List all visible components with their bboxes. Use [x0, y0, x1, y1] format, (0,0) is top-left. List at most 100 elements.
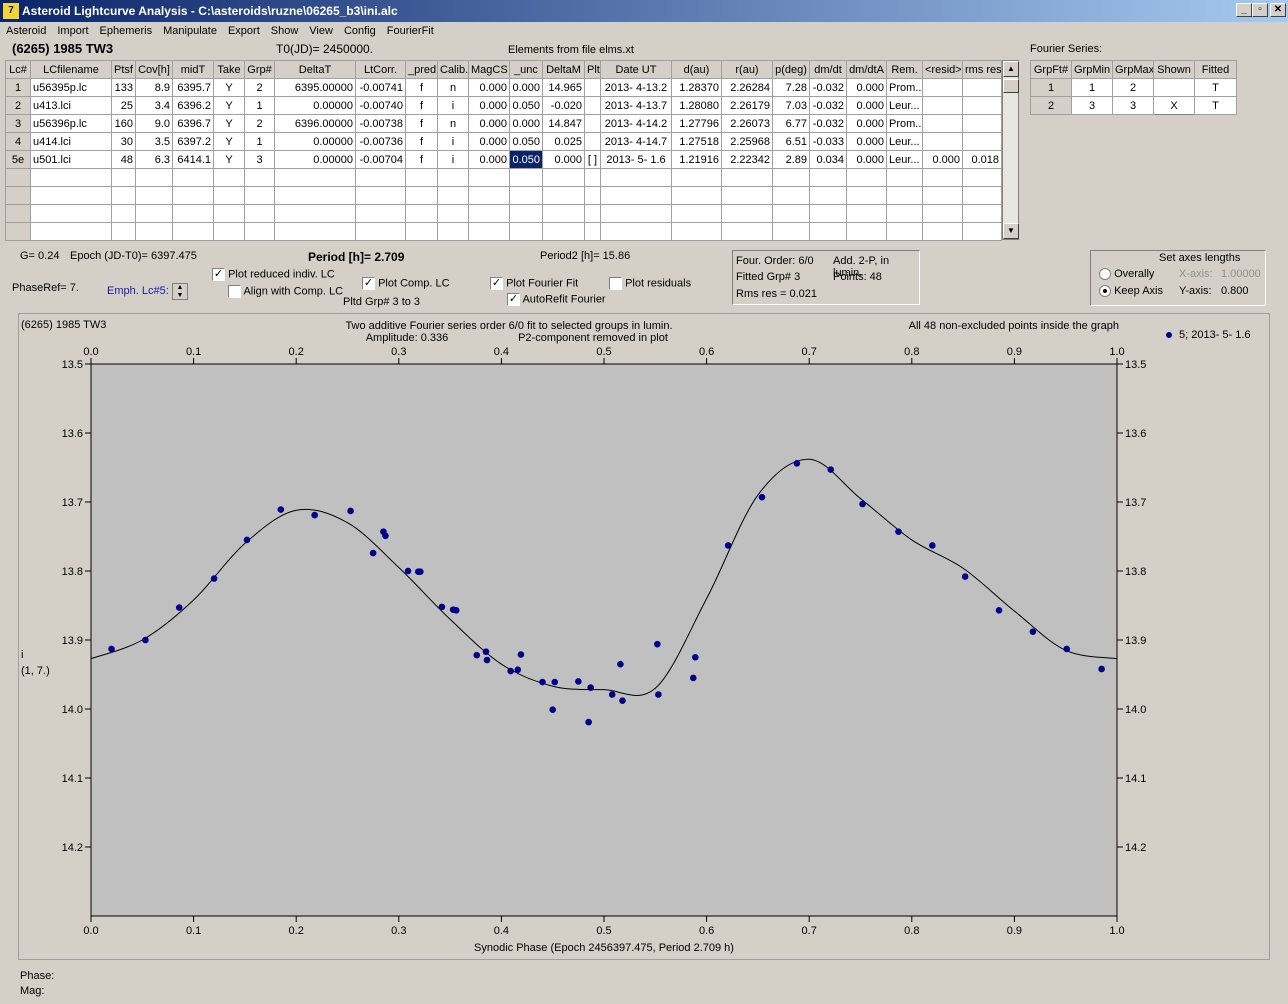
- table-cell[interactable]: [135, 204, 173, 223]
- table-cell[interactable]: [809, 204, 847, 223]
- column-header[interactable]: Plt: [584, 60, 601, 79]
- table-cell[interactable]: [886, 204, 923, 223]
- fourier-cell[interactable]: T: [1194, 78, 1237, 97]
- table-cell[interactable]: n: [437, 78, 469, 97]
- menu-ephemeris[interactable]: Ephemeris: [94, 22, 158, 39]
- table-cell[interactable]: [600, 204, 672, 223]
- table-cell[interactable]: [772, 186, 810, 205]
- table-cell[interactable]: [962, 114, 1002, 133]
- fourier-row[interactable]: 233XT: [1030, 96, 1237, 115]
- table-cell[interactable]: 0.000: [846, 132, 887, 151]
- table-cell[interactable]: 2.25968: [721, 132, 773, 151]
- table-cell[interactable]: 14.965: [542, 78, 585, 97]
- column-header[interactable]: dm/dt: [809, 60, 847, 79]
- table-cell[interactable]: Y: [213, 114, 245, 133]
- fourier-column-header[interactable]: GrpMax: [1112, 60, 1154, 79]
- fourier-row-header[interactable]: 2: [1030, 96, 1072, 115]
- table-cell[interactable]: 2.89: [772, 150, 810, 169]
- fourier-series-table[interactable]: GrpFt# GrpMin GrpMax Shown Fitted 112T233XT: [1030, 60, 1237, 115]
- table-cell[interactable]: [721, 168, 773, 187]
- table-cell[interactable]: 2013- 4-14.7: [600, 132, 672, 151]
- menu-fourierfit[interactable]: FourierFit: [381, 22, 439, 39]
- table-cell[interactable]: [274, 186, 356, 205]
- table-cell[interactable]: [962, 186, 1002, 205]
- table-cell[interactable]: [886, 168, 923, 187]
- table-cell[interactable]: 0.050: [509, 96, 543, 115]
- table-cell[interactable]: [922, 222, 963, 241]
- table-cell[interactable]: [172, 168, 214, 187]
- table-cell[interactable]: 1.28080: [671, 96, 722, 115]
- keep-axis-radio[interactable]: Keep Axis: [1099, 285, 1163, 298]
- plot-residuals-checkbox[interactable]: Plot residuals: [609, 277, 691, 290]
- table-cell[interactable]: -0.00740: [355, 96, 406, 115]
- table-cell[interactable]: 1.27518: [671, 132, 722, 151]
- table-cell[interactable]: 8.9: [135, 78, 173, 97]
- table-cell[interactable]: 0.000: [846, 114, 887, 133]
- close-button[interactable]: ✕: [1270, 3, 1286, 17]
- table-cell[interactable]: [405, 186, 438, 205]
- fourier-cell[interactable]: 3: [1112, 96, 1154, 115]
- menu-config[interactable]: Config: [338, 22, 381, 39]
- table-cell[interactable]: -0.00738: [355, 114, 406, 133]
- row-header-cell[interactable]: 5e: [5, 150, 31, 169]
- empty-table-row[interactable]: [5, 168, 1002, 187]
- table-cell[interactable]: [111, 222, 136, 241]
- empty-table-row[interactable]: [5, 222, 1002, 241]
- table-cell[interactable]: [584, 186, 601, 205]
- column-header[interactable]: Take: [213, 60, 245, 79]
- table-cell[interactable]: 0.025: [542, 132, 585, 151]
- table-cell[interactable]: [671, 222, 722, 241]
- table-cell[interactable]: 0.000: [468, 96, 510, 115]
- table-cell[interactable]: 6397.2: [172, 132, 214, 151]
- table-cell[interactable]: 0.000: [468, 114, 510, 133]
- scroll-up-button[interactable]: ▲: [1003, 61, 1019, 77]
- fourier-row-header[interactable]: 1: [1030, 78, 1072, 97]
- table-cell[interactable]: Y: [213, 150, 245, 169]
- minimize-button[interactable]: _: [1236, 3, 1252, 17]
- menu-manipulate[interactable]: Manipulate: [157, 22, 222, 39]
- table-cell[interactable]: [437, 222, 469, 241]
- table-cell[interactable]: [244, 168, 275, 187]
- table-cell[interactable]: [721, 222, 773, 241]
- column-header[interactable]: DeltaM: [542, 60, 585, 79]
- fourier-cell[interactable]: 3: [1071, 96, 1113, 115]
- table-scrollbar[interactable]: ▲ ▼: [1002, 60, 1019, 240]
- table-cell[interactable]: -0.032: [809, 96, 847, 115]
- table-cell[interactable]: 0.000: [846, 96, 887, 115]
- table-cell[interactable]: 1: [244, 132, 275, 151]
- table-cell[interactable]: [846, 222, 887, 241]
- table-cell[interactable]: 6.3: [135, 150, 173, 169]
- table-row[interactable]: 1 u56395p.lc 133 8.9 6395.7 Y 2 6395.00000 -0.00…: [5, 78, 1002, 97]
- table-cell[interactable]: [244, 186, 275, 205]
- table-cell[interactable]: u56396p.lc: [30, 114, 112, 133]
- menu-asteroid[interactable]: Asteroid: [0, 22, 51, 39]
- table-cell[interactable]: [962, 78, 1002, 97]
- table-cell[interactable]: Prom...: [886, 78, 923, 97]
- plot-comp-checkbox[interactable]: ✓ Plot Comp. LC: [362, 277, 450, 290]
- table-row[interactable]: 4 u414.lci 30 3.5 6397.2 Y 1 0.00000 -0.00736 f i 0…: [5, 132, 1002, 151]
- y-axis-field[interactable]: 0.800: [1221, 285, 1249, 297]
- table-cell[interactable]: [584, 78, 601, 97]
- table-cell[interactable]: [509, 204, 543, 223]
- table-cell[interactable]: [962, 222, 1002, 241]
- row-header-cell[interactable]: 2: [5, 96, 31, 115]
- table-cell[interactable]: [671, 204, 722, 223]
- table-cell[interactable]: [ ]: [584, 150, 601, 169]
- table-cell[interactable]: 25: [111, 96, 136, 115]
- table-cell[interactable]: [135, 222, 173, 241]
- fourier-column-header[interactable]: Fitted: [1194, 60, 1237, 79]
- table-cell[interactable]: [922, 186, 963, 205]
- column-header[interactable]: Rem.: [886, 60, 923, 79]
- table-cell[interactable]: [721, 204, 773, 223]
- table-cell[interactable]: [274, 168, 356, 187]
- table-cell[interactable]: i: [437, 150, 469, 169]
- table-cell[interactable]: i: [437, 132, 469, 151]
- table-cell[interactable]: 6414.1: [172, 150, 214, 169]
- table-cell[interactable]: 2: [244, 78, 275, 97]
- table-cell[interactable]: 2: [244, 114, 275, 133]
- table-cell[interactable]: [468, 168, 510, 187]
- table-cell[interactable]: u414.lci: [30, 132, 112, 151]
- table-cell[interactable]: [30, 168, 112, 187]
- table-cell[interactable]: [509, 168, 543, 187]
- table-cell[interactable]: 3: [244, 150, 275, 169]
